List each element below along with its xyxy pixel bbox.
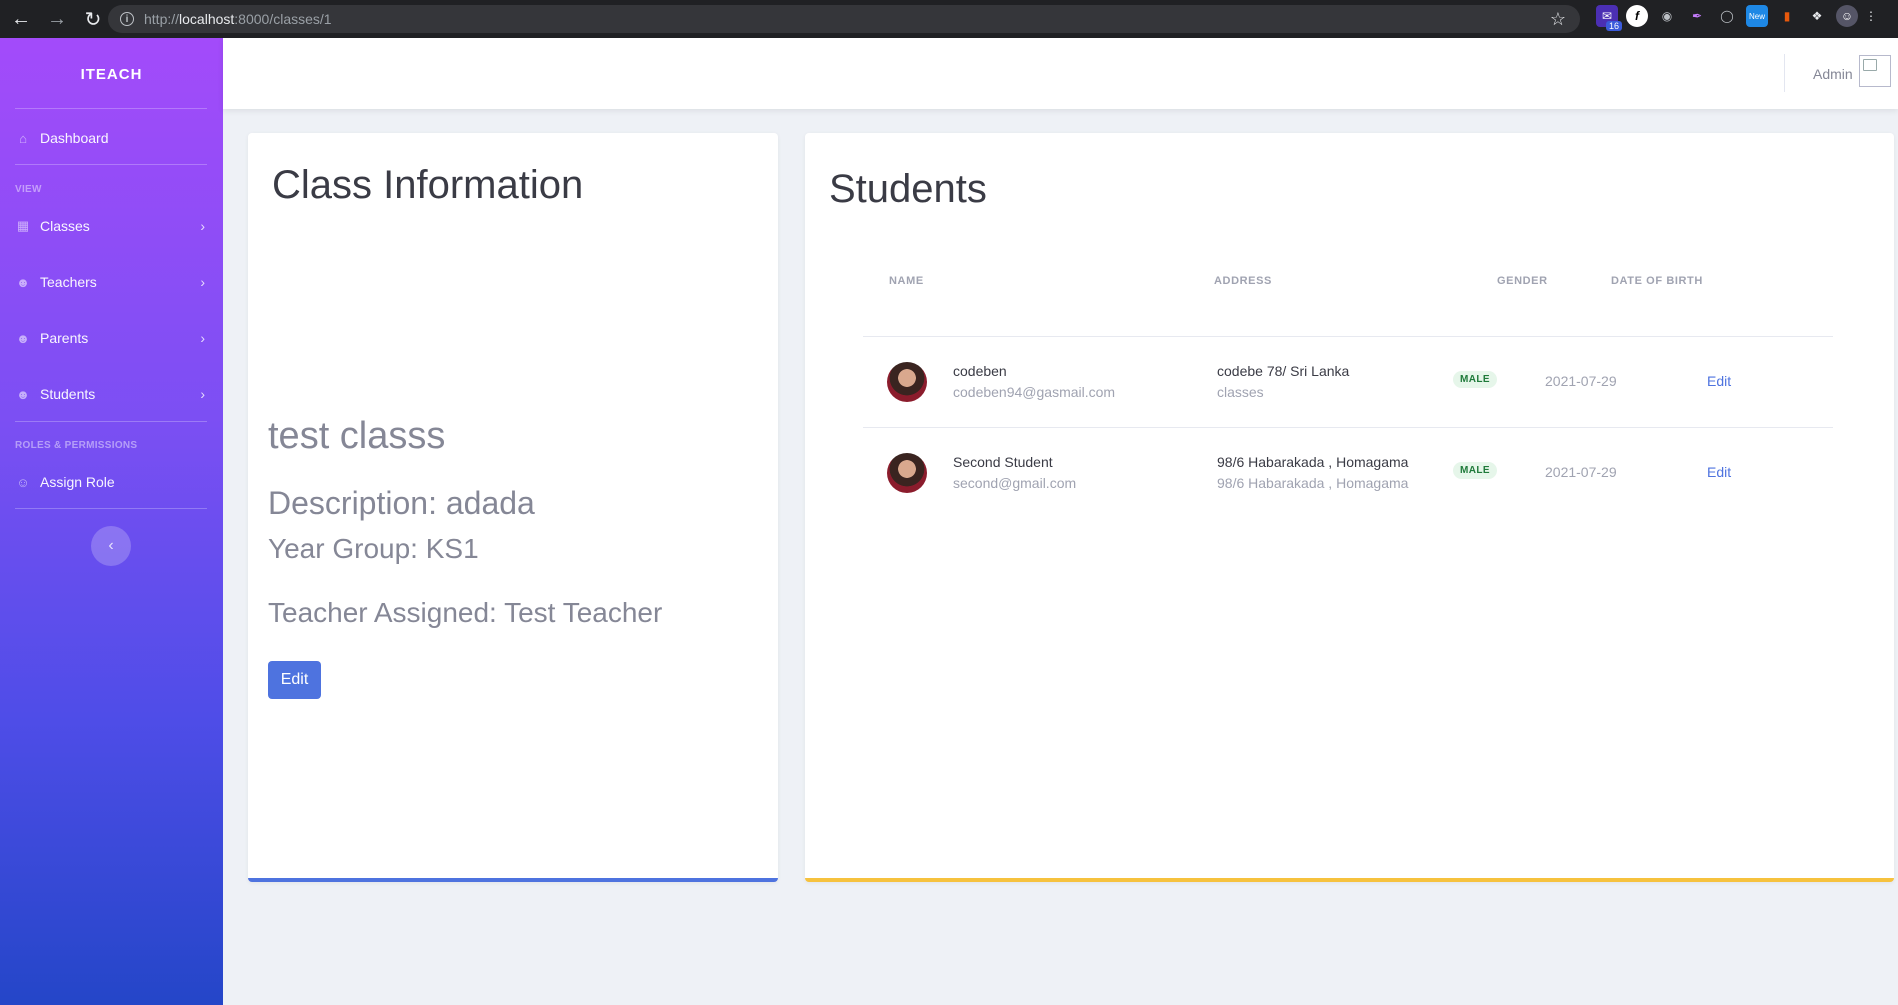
student-email: second@gmail.com <box>953 475 1077 491</box>
class-year-group: Year Group: KS1 <box>268 533 479 564</box>
sidebar-item-classes[interactable]: ▦ Classes › <box>15 212 207 240</box>
reload-icon[interactable]: ↻ <box>78 4 108 34</box>
topbar: Admin <box>223 38 1898 109</box>
student-address: codebe 78/ Sri Lanka <box>1217 363 1350 379</box>
users-icon: ☻ <box>16 386 30 402</box>
class-info-title: Class Information <box>272 163 584 207</box>
student-address: 98/6 Habarakada , Homagama <box>1217 454 1409 470</box>
chevron-right-icon: › <box>200 386 205 402</box>
class-info-card: Class Information test classs Descriptio… <box>248 133 778 882</box>
student-address-secondary: classes <box>1217 384 1264 400</box>
user-name[interactable]: Admin <box>1813 66 1853 82</box>
student-name: codeben <box>953 363 1007 379</box>
sidebar-item-label: Teachers <box>40 274 97 290</box>
extensions-puzzle-icon[interactable]: ❖ <box>1806 5 1828 27</box>
user-avatar[interactable] <box>1859 55 1891 87</box>
address-bar[interactable]: i http://localhost:8000/classes/1 ☆ <box>108 5 1580 33</box>
forward-arrow-icon[interactable]: → <box>42 4 72 34</box>
extension-mail-icon[interactable]: ✉ 16 <box>1596 5 1622 31</box>
table-row: Second Student second@gmail.com 98/6 Hab… <box>863 428 1833 518</box>
edit-class-button[interactable]: Edit <box>268 661 321 699</box>
student-avatar <box>887 362 927 402</box>
extension-feather-icon[interactable]: ✒ <box>1686 5 1708 27</box>
chevron-right-icon: › <box>200 274 205 290</box>
chevron-right-icon: › <box>200 330 205 346</box>
class-name: test classs <box>268 415 446 457</box>
sidebar-divider <box>15 508 207 509</box>
users-icon: ☻ <box>16 274 30 290</box>
sidebar-toggle-button[interactable]: ‹ <box>91 526 131 566</box>
sidebar-item-label: Assign Role <box>40 474 115 490</box>
profile-avatar-icon[interactable]: ☺ <box>1836 5 1858 27</box>
extension-red-icon[interactable]: ▮ <box>1776 5 1798 27</box>
user-plus-icon: ☺ <box>16 474 30 490</box>
brand-logo[interactable]: ITEACH <box>0 66 223 83</box>
edit-student-link[interactable]: Edit <box>1707 464 1731 480</box>
student-avatar <box>887 453 927 493</box>
sidebar-item-assign-role[interactable]: ☺ Assign Role <box>15 468 207 496</box>
sidebar-item-students[interactable]: ☻ Students › <box>15 380 207 408</box>
student-email: codeben94@gasmail.com <box>953 384 1116 400</box>
chevron-right-icon: › <box>200 218 205 234</box>
extension-new-icon[interactable]: New <box>1746 5 1768 27</box>
class-description: Description: adada <box>268 485 535 521</box>
sidebar-heading-view: VIEW <box>15 184 42 195</box>
students-title: Students <box>829 167 987 211</box>
extensions-area: ✉ 16 f ◉ ✒ ◯ New ▮ ❖ ☺ ⋮ <box>1596 5 1877 31</box>
sidebar-heading-roles: ROLES & PERMISSIONS <box>15 440 138 451</box>
sidebar-item-label: Parents <box>40 330 89 346</box>
sidebar-item-parents[interactable]: ☻ Parents › <box>15 324 207 352</box>
sidebar: ITEACH ⌂ Dashboard VIEW ▦ Classes › ☻ Te… <box>0 38 223 1005</box>
extension-circle-icon[interactable]: ◯ <box>1716 5 1738 27</box>
column-header-name: NAME <box>889 275 924 287</box>
table-row: codeben codeben94@gasmail.com codebe 78/… <box>863 337 1833 427</box>
home-icon: ⌂ <box>19 130 27 146</box>
back-arrow-icon[interactable]: ← <box>6 4 36 34</box>
chalkboard-icon: ▦ <box>16 218 30 233</box>
column-header-gender: GENDER <box>1497 275 1548 287</box>
student-dob: 2021-07-29 <box>1545 464 1617 480</box>
class-teacher: Teacher Assigned: Test Teacher <box>268 597 663 628</box>
sidebar-item-label: Students <box>40 386 96 402</box>
bookmark-star-icon[interactable]: ☆ <box>1550 9 1566 30</box>
sidebar-item-label: Dashboard <box>40 130 109 146</box>
sidebar-divider <box>15 421 207 422</box>
url-text[interactable]: http://localhost:8000/classes/1 <box>144 11 332 27</box>
sidebar-divider <box>15 164 207 165</box>
sidebar-item-teachers[interactable]: ☻ Teachers › <box>15 268 207 296</box>
sidebar-divider <box>15 108 207 109</box>
edit-student-link[interactable]: Edit <box>1707 373 1731 389</box>
sidebar-item-dashboard[interactable]: ⌂ Dashboard <box>15 124 207 152</box>
extension-f-icon[interactable]: f <box>1626 5 1648 27</box>
browser-toolbar: ← → ↻ i http://localhost:8000/classes/1 … <box>0 0 1898 38</box>
student-name: Second Student <box>953 454 1053 470</box>
browser-menu-icon[interactable]: ⋮ <box>1865 5 1877 27</box>
students-card: Students NAME ADDRESS GENDER DATE OF BIR… <box>805 133 1894 882</box>
chevron-left-icon: ‹ <box>108 537 114 554</box>
student-dob: 2021-07-29 <box>1545 373 1617 389</box>
gender-badge: MALE <box>1453 462 1497 479</box>
site-info-icon[interactable]: i <box>120 12 134 26</box>
gender-badge: MALE <box>1453 371 1497 388</box>
sidebar-item-label: Classes <box>40 218 90 234</box>
column-header-dob: DATE OF BIRTH <box>1611 275 1703 287</box>
column-header-address: ADDRESS <box>1214 275 1272 287</box>
extension-camera-icon[interactable]: ◉ <box>1656 5 1678 27</box>
student-address-secondary: 98/6 Habarakada , Homagama <box>1217 475 1409 491</box>
topbar-divider <box>1784 54 1785 92</box>
users-icon: ☻ <box>16 330 30 346</box>
